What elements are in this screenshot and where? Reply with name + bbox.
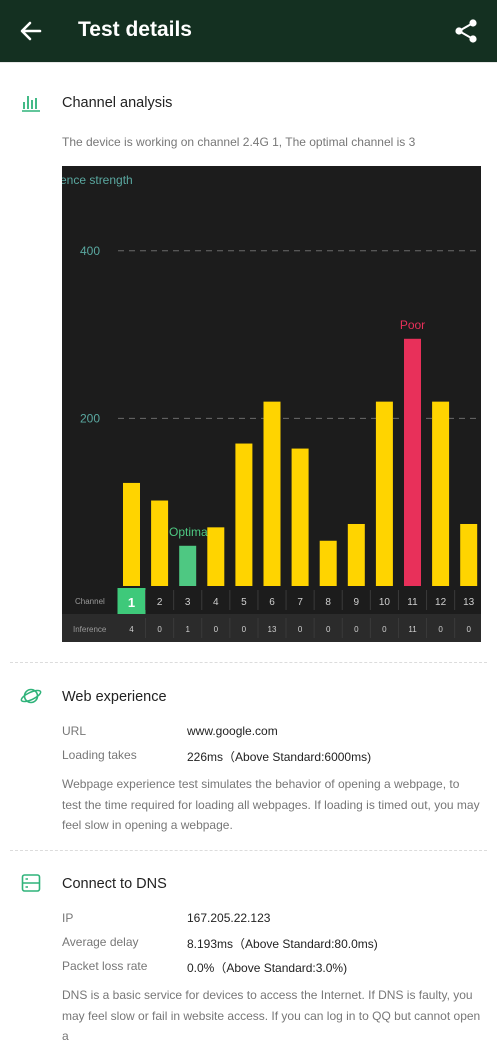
optimal-label: Optimal	[169, 525, 210, 539]
bar-channel-6	[263, 401, 281, 586]
share-icon[interactable]	[451, 16, 481, 46]
y-tick-label: 400	[80, 244, 100, 258]
arrow-left-icon[interactable]	[16, 16, 46, 46]
average-delay-value: 8.193ms（Above Standard:80.0ms)	[187, 937, 378, 951]
bar-channel-11	[404, 338, 421, 586]
bar-channel-4	[207, 527, 225, 586]
channel-tick-label: 8	[325, 597, 331, 608]
channel-tick-label: 2	[157, 597, 163, 608]
channel-tick-label: 7	[297, 597, 303, 608]
channel-tick-label: 1	[128, 595, 135, 610]
web-experience-title: Web experience	[62, 689, 167, 705]
inference-value: 0	[326, 625, 331, 634]
inference-value: 0	[214, 625, 219, 634]
poor-label: Poor	[400, 318, 425, 332]
inference-value: 4	[129, 625, 134, 634]
channel-tick-label: 5	[241, 597, 247, 608]
channel-tick-label: 9	[354, 597, 360, 608]
bar-channel-2	[151, 500, 169, 586]
url-value: www.google.com	[187, 724, 278, 738]
ip-value: 167.205.22.123	[187, 911, 271, 925]
bar-channel-9	[347, 523, 365, 586]
inference-value: 0	[298, 625, 303, 634]
inference-value: 13	[268, 625, 277, 634]
app-bar: Test details	[0, 0, 497, 62]
url-label: URL	[62, 724, 87, 738]
inference-value: 0	[466, 625, 471, 634]
packet-loss-label: Packet loss rate	[62, 959, 148, 973]
inference-value: 0	[438, 625, 443, 634]
inference-value: 11	[408, 625, 417, 634]
bar-channel-7	[291, 448, 309, 586]
channel-description: The device is working on channel 2.4G 1,…	[62, 135, 416, 149]
channel-analysis-title: Channel analysis	[62, 95, 173, 111]
section-divider	[10, 850, 487, 851]
channel-tick-label: 11	[407, 597, 418, 608]
section-divider	[10, 662, 487, 663]
dns-description: DNS is a basic service for devices to ac…	[62, 988, 481, 1043]
bar-channel-13	[460, 523, 478, 586]
inference-value: 0	[354, 625, 359, 634]
bar-chart-icon	[22, 96, 40, 112]
planet-icon	[20, 688, 42, 704]
packet-loss-value: 0.0%（Above Standard:3.0%)	[187, 961, 348, 975]
loading-label: Loading takes	[62, 748, 137, 762]
bar-channel-5	[235, 443, 253, 586]
inference-value: 0	[382, 625, 387, 634]
dns-title: Connect to DNS	[62, 876, 167, 892]
channel-tick-label: 10	[379, 597, 391, 608]
channel-chart-svg: ence strength200400OptimalPoorChannel 1 2 3…	[62, 173, 481, 642]
channel-row-label: Channel	[75, 597, 105, 606]
inference-value: 0	[242, 625, 247, 634]
inference-value: 1	[185, 625, 190, 634]
channel-tick-label: 13	[463, 597, 475, 608]
y-axis-label: ence strength	[62, 173, 133, 187]
channel-tick-label: 3	[185, 597, 191, 608]
loading-value: 226ms（Above Standard:6000ms)	[187, 750, 372, 764]
web-description: Webpage experience test simulates the be…	[62, 777, 480, 832]
page-title: Test details	[78, 18, 192, 41]
channel-tick-label: 12	[435, 597, 447, 608]
bar-channel-10	[375, 401, 393, 586]
channel-tick-label: 4	[213, 597, 219, 608]
inference-row-label: Inference	[73, 625, 107, 634]
header-divider	[0, 62, 497, 63]
inference-value: 0	[157, 625, 162, 634]
bar-channel-8	[319, 540, 337, 586]
bar-channel-1	[123, 482, 140, 586]
server-icon	[21, 874, 41, 892]
channel-chart: ence strength 200 400 Optimal Poor Channel 1 2 3…	[62, 166, 481, 642]
bar-channel-12	[432, 401, 450, 586]
ip-label: IP	[62, 911, 74, 925]
average-delay-label: Average delay	[62, 935, 139, 949]
y-tick-label: 200	[80, 411, 100, 425]
bar-channel-3	[179, 545, 197, 586]
channel-tick-label: 6	[269, 597, 275, 608]
